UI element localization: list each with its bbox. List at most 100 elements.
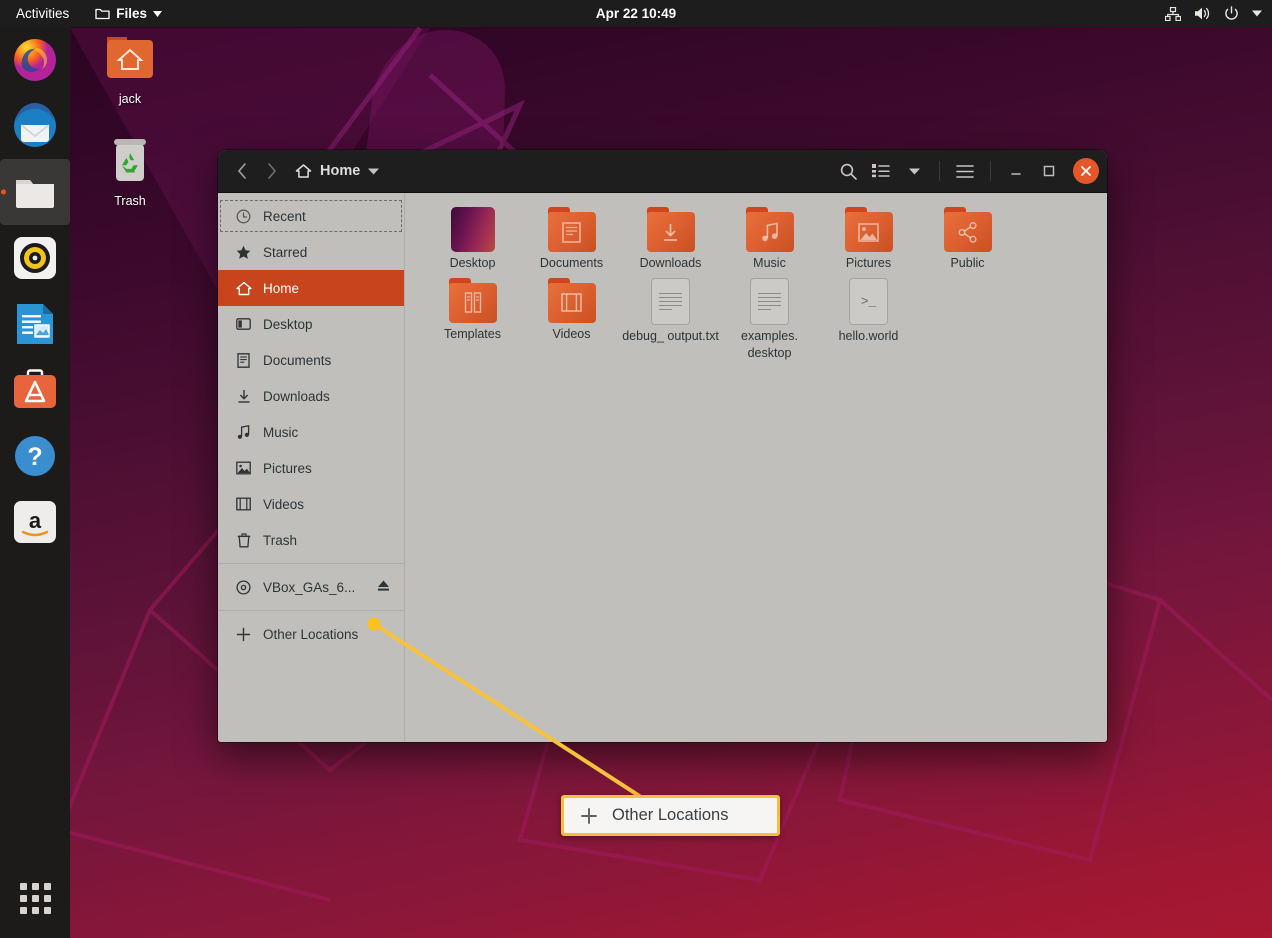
dock-item-ubuntu-software[interactable]	[0, 357, 70, 423]
file-item-downloads[interactable]: Downloads	[621, 207, 720, 272]
dock-item-files[interactable]	[0, 159, 70, 225]
file-item-desktop[interactable]: Desktop	[423, 207, 522, 272]
file-list-view[interactable]: Desktop Documents Downloads Music Pictur…	[405, 193, 1107, 742]
picture-icon	[235, 461, 252, 475]
sidebar-item-label: Other Locations	[263, 626, 359, 642]
dock-item-help[interactable]: ?	[0, 423, 70, 489]
show-applications-button[interactable]	[0, 868, 70, 928]
file-item-documents[interactable]: Documents	[522, 207, 621, 272]
sidebar-item-documents[interactable]: Documents	[218, 342, 404, 378]
clock[interactable]: Apr 22 10:49	[0, 6, 1272, 21]
file-item-hello-world[interactable]: >_ hello.world	[819, 277, 918, 362]
sidebar-item-videos[interactable]: Videos	[218, 486, 404, 522]
thunderbird-icon	[11, 102, 59, 150]
firefox-icon	[11, 36, 59, 84]
annotation-callout-label: Other Locations	[612, 806, 729, 824]
script-file-icon: >_	[849, 277, 888, 325]
trash-icon	[114, 139, 146, 181]
maximize-icon	[1043, 165, 1055, 177]
close-button[interactable]	[1073, 158, 1099, 184]
chevron-down-icon	[1252, 10, 1262, 17]
dock-item-amazon[interactable]: a	[0, 489, 70, 555]
wallpaper-thumbnail	[450, 207, 495, 252]
sidebar-item-label: Desktop	[263, 316, 313, 332]
forward-button[interactable]	[257, 156, 287, 186]
folder-icon	[95, 8, 110, 20]
sidebar-item-label: Documents	[263, 352, 332, 368]
sidebar-item-downloads[interactable]: Downloads	[218, 378, 404, 414]
sidebar-item-home[interactable]: Home	[218, 270, 404, 306]
minimize-icon	[1011, 173, 1021, 175]
annotation-callout: Other Locations	[561, 795, 780, 836]
header-divider	[939, 161, 940, 181]
sidebar-item-music[interactable]: Music	[218, 414, 404, 450]
maximize-button[interactable]	[1034, 156, 1064, 186]
libreoffice-writer-icon	[11, 300, 59, 348]
desktop-icon-trash[interactable]: Trash	[82, 135, 178, 208]
back-button[interactable]	[227, 156, 257, 186]
activities-button[interactable]: Activities	[9, 4, 76, 23]
chevron-down-icon	[368, 168, 380, 174]
sidebar-separator	[218, 563, 404, 564]
minimize-button[interactable]	[1001, 156, 1031, 186]
system-tray[interactable]	[1165, 6, 1262, 21]
files-icon	[11, 168, 59, 216]
file-item-pictures[interactable]: Pictures	[819, 207, 918, 272]
file-item-templates[interactable]: Templates	[423, 277, 522, 362]
grid-icon	[19, 882, 51, 914]
clock-icon	[235, 209, 252, 224]
sidebar-item-label: Pictures	[263, 460, 312, 476]
header-divider	[990, 161, 991, 181]
desktop-icon	[235, 317, 252, 331]
view-list-button[interactable]	[866, 156, 896, 186]
power-icon	[1225, 6, 1238, 20]
share-folder-icon	[943, 207, 992, 252]
search-button[interactable]	[833, 156, 863, 186]
file-item-examples-desktop[interactable]: examples. desktop	[720, 277, 819, 362]
sidebar-item-device-vbox[interactable]: VBox_GAs_6...	[218, 569, 404, 605]
sidebar: Recent Starred Home Desktop Documents Do…	[218, 193, 405, 742]
path-bar-home[interactable]: Home	[295, 163, 380, 179]
chevron-down-icon	[153, 10, 163, 17]
svg-text:a: a	[29, 508, 42, 533]
main-menu-button[interactable]	[950, 156, 980, 186]
sidebar-item-recent[interactable]: Recent	[218, 198, 404, 234]
disc-icon	[235, 579, 252, 595]
help-icon: ?	[11, 432, 59, 480]
app-menu-label: Files	[116, 6, 148, 21]
sidebar-device-label: VBox_GAs_6...	[263, 579, 356, 595]
dock-item-firefox[interactable]	[0, 27, 70, 93]
path-label: Home	[320, 163, 361, 179]
desktop-icon-home[interactable]: jack	[82, 33, 178, 106]
file-item-public[interactable]: Public	[918, 207, 1017, 272]
trash-icon	[235, 532, 252, 548]
file-item-music[interactable]: Music	[720, 207, 819, 272]
file-label: Music	[753, 256, 786, 270]
sidebar-item-pictures[interactable]: Pictures	[218, 450, 404, 486]
sidebar-item-label: Starred	[263, 244, 308, 260]
sidebar-item-label: Recent	[263, 208, 306, 224]
chevron-left-icon	[237, 163, 246, 179]
dock: ? a	[0, 27, 70, 938]
sidebar-item-other-locations[interactable]: Other Locations	[218, 616, 404, 652]
eject-icon[interactable]	[377, 579, 390, 595]
document-folder-icon	[547, 207, 596, 252]
file-label: hello.world	[838, 328, 899, 343]
file-label: Desktop	[449, 256, 496, 270]
sidebar-item-label: Trash	[263, 532, 298, 548]
window-header-bar: Home	[218, 150, 1107, 193]
sidebar-item-label: Music	[263, 424, 299, 440]
file-item-videos[interactable]: Videos	[522, 277, 621, 362]
app-menu-files[interactable]: Files	[95, 6, 163, 21]
file-grid: Desktop Documents Downloads Music Pictur…	[423, 207, 1097, 368]
sidebar-item-desktop[interactable]: Desktop	[218, 306, 404, 342]
view-options-button[interactable]	[899, 156, 929, 186]
music-icon	[235, 424, 252, 440]
dock-item-thunderbird[interactable]	[0, 93, 70, 159]
sidebar-item-label: Videos	[263, 496, 305, 512]
dock-item-libreoffice-writer[interactable]	[0, 291, 70, 357]
dock-item-rhythmbox[interactable]	[0, 225, 70, 291]
sidebar-item-trash[interactable]: Trash	[218, 522, 404, 558]
file-item-debug-output[interactable]: debug_ output.txt	[621, 277, 720, 362]
sidebar-item-starred[interactable]: Starred	[218, 234, 404, 270]
